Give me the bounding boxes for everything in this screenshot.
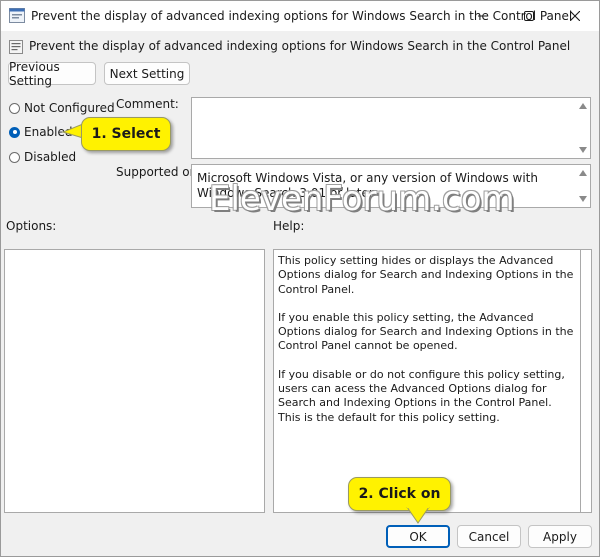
scroll-down-icon[interactable] <box>579 147 587 153</box>
policy-dialog: Prevent the display of advanced indexing… <box>0 0 600 557</box>
callout-click-on-text: 2. Click on <box>358 486 441 502</box>
radio-disabled[interactable]: Disabled <box>9 150 76 164</box>
callout-click-on: 2. Click on <box>348 477 451 511</box>
policy-icon <box>9 8 25 23</box>
cancel-button[interactable]: Cancel <box>457 525 521 548</box>
maximize-icon <box>524 11 534 21</box>
title-bar: Prevent the display of advanced indexing… <box>1 1 599 31</box>
watermark: ElevenForum.com <box>209 179 515 219</box>
close-icon <box>570 11 580 21</box>
comment-scrollbar[interactable] <box>575 98 590 158</box>
callout-select: 1. Select <box>81 117 171 151</box>
callout-pointer <box>406 507 430 524</box>
radio-label: Not Configured <box>24 101 115 115</box>
callout-select-text: 1. Select <box>91 126 161 142</box>
help-panel: This policy setting hides or displays th… <box>273 249 581 513</box>
close-button[interactable] <box>552 1 598 31</box>
maximize-button[interactable] <box>506 1 552 31</box>
previous-setting-label: Previous Setting <box>9 59 60 88</box>
comment-label: Comment: <box>116 97 179 111</box>
help-paragraph: If you enable this policy setting, the A… <box>278 310 574 353</box>
comment-textarea[interactable] <box>191 97 591 159</box>
help-paragraph: If you disable or do not configure this … <box>278 367 565 424</box>
radio-circle <box>9 102 20 114</box>
ok-label: OK <box>409 529 427 544</box>
radio-circle <box>9 151 20 163</box>
help-text: This policy setting hides or displays th… <box>278 254 574 439</box>
help-scroll-track[interactable] <box>581 249 592 513</box>
help-paragraph: This policy setting hides or displays th… <box>278 254 574 296</box>
cancel-label: Cancel <box>468 529 510 544</box>
radio-not-configured[interactable]: Not Configured <box>9 101 115 115</box>
scroll-down-icon[interactable] <box>579 196 587 202</box>
next-setting-label: Next Setting <box>109 66 185 81</box>
minimize-icon <box>478 15 488 17</box>
scroll-up-icon[interactable] <box>579 170 587 176</box>
apply-button[interactable]: Apply <box>528 525 592 548</box>
supported-on-label: Supported on: <box>116 165 202 179</box>
apply-label: Apply <box>543 529 577 544</box>
setting-title: Prevent the display of advanced indexing… <box>29 39 571 53</box>
supported-scrollbar[interactable] <box>575 165 590 207</box>
help-label: Help: <box>273 219 305 233</box>
radio-label: Disabled <box>24 150 77 164</box>
setting-icon <box>9 40 23 54</box>
previous-setting-button[interactable]: Previous Setting <box>8 59 96 88</box>
options-panel <box>4 249 265 513</box>
radio-circle-selected <box>9 126 20 138</box>
minimize-button[interactable] <box>460 1 506 31</box>
options-label: Options: <box>6 219 57 233</box>
ok-button[interactable]: OK <box>386 525 450 548</box>
next-setting-button[interactable]: Next Setting <box>104 62 190 85</box>
scroll-up-icon[interactable] <box>579 103 587 109</box>
